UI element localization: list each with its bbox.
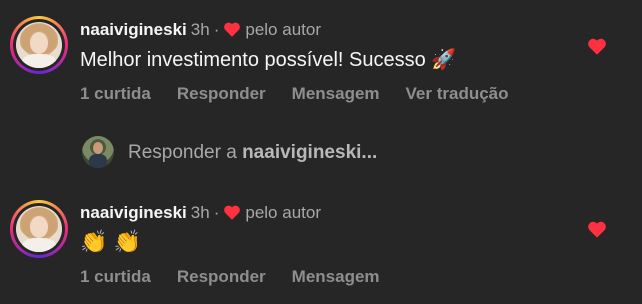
likes-count-button[interactable]: 1 curtida xyxy=(80,267,151,286)
reply-button[interactable]: Responder xyxy=(177,84,266,103)
comment-time: 3h xyxy=(190,203,210,222)
comment-actions: 1 curtida Responder Mensagem xyxy=(80,267,406,287)
message-button[interactable]: Mensagem xyxy=(292,84,380,103)
avatar-photo xyxy=(16,206,62,252)
comment-time: 3h xyxy=(190,20,210,39)
comment-actions: 1 curtida Responder Mensagem Ver tradução xyxy=(80,84,535,104)
commenter-avatar[interactable] xyxy=(10,200,68,258)
like-heart-icon[interactable] xyxy=(587,220,607,238)
comment-meta: naaivigineski 3h · pelo autor xyxy=(80,203,321,222)
reply-avatar xyxy=(82,136,114,168)
reply-target-username: naaivigineski... xyxy=(242,142,378,163)
username[interactable]: naaivigineski xyxy=(80,203,187,222)
heart-icon xyxy=(224,22,241,37)
reply-prompt-text[interactable]: Responder a naaivigineski... xyxy=(128,142,377,164)
username[interactable]: naaivigineski xyxy=(80,20,187,39)
avatar-photo xyxy=(16,22,62,68)
author-liked-label: pelo autor xyxy=(245,203,321,222)
comment-text: 👏 👏 xyxy=(80,229,141,254)
like-heart-icon[interactable] xyxy=(587,37,607,55)
likes-count-button[interactable]: 1 curtida xyxy=(80,84,151,103)
comment-meta: naaivigineski 3h · pelo autor xyxy=(80,20,321,39)
comment-text: Melhor investimento possível! Sucesso 🚀 xyxy=(80,49,457,71)
heart-icon xyxy=(224,205,241,220)
reply-button[interactable]: Responder xyxy=(177,267,266,286)
message-button[interactable]: Mensagem xyxy=(292,267,380,286)
translate-button[interactable]: Ver tradução xyxy=(406,84,509,103)
commenter-avatar[interactable] xyxy=(10,16,68,74)
author-liked-label: pelo autor xyxy=(245,20,321,39)
